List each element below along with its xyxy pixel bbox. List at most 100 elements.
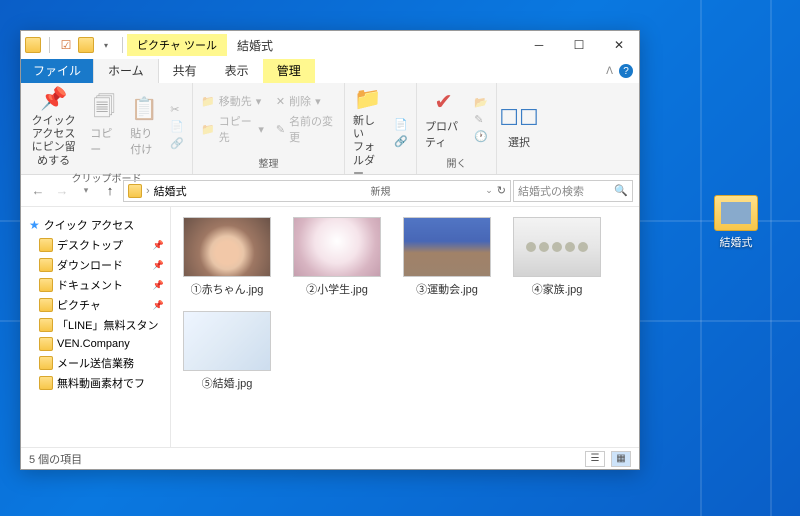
navigation-tree[interactable]: ★ クイック アクセス デスクトップ📌ダウンロード📌ドキュメント📌ピクチャ📌「L… <box>21 207 171 447</box>
group-label-organize: 整理 <box>199 153 338 172</box>
tab-home[interactable]: ホーム <box>93 59 159 83</box>
breadcrumb[interactable]: › 結婚式 ⌄ ↻ <box>123 180 511 202</box>
desktop-folder-icon[interactable]: 結婚式 <box>700 195 772 250</box>
folder-icon <box>714 195 758 231</box>
file-item[interactable]: ②小学生.jpg <box>291 217 383 297</box>
file-name: ②小学生.jpg <box>306 281 368 297</box>
pin-icon: 📌 <box>153 240 164 251</box>
paste-icon: 📋 <box>130 95 158 123</box>
pin-icon: 📌 <box>153 300 164 311</box>
tree-quick-access[interactable]: ★ クイック アクセス <box>25 215 166 235</box>
tree-item[interactable]: デスクトップ📌 <box>25 235 166 255</box>
tab-view[interactable]: 表示 <box>211 59 263 83</box>
file-item[interactable]: ①赤ちゃん.jpg <box>181 217 273 297</box>
file-thumbnail <box>513 217 601 277</box>
properties-button[interactable]: ✔ プロパティ <box>423 88 464 150</box>
file-thumbnail <box>293 217 381 277</box>
rename-button[interactable]: ✎名前の変更 <box>274 112 338 146</box>
paste-button[interactable]: 📋 貼り付け <box>128 95 160 157</box>
tree-item[interactable]: 無料動画素材でフ <box>25 373 166 393</box>
easy-access-button[interactable]: 🔗 <box>392 134 410 149</box>
maximize-button[interactable]: ☐ <box>559 31 599 59</box>
moveto-icon: 📁 <box>201 95 215 108</box>
group-label-open: 開く <box>423 153 490 172</box>
tree-item[interactable]: 「LINE」無料スタン <box>25 315 166 335</box>
delete-button[interactable]: ✕削除 ▾ <box>274 92 338 110</box>
file-name: ⑤結婚.jpg <box>202 375 253 391</box>
close-button[interactable]: ✕ <box>599 31 639 59</box>
history-icon: 🕐 <box>474 130 488 143</box>
pin-to-quick-access-button[interactable]: 📌 クイック アクセス にピン留めする <box>27 85 80 168</box>
open-icon: 📂 <box>474 96 488 109</box>
cut-icon: ✂ <box>170 103 179 116</box>
refresh-icon[interactable]: ↻ <box>497 184 506 197</box>
folder-icon <box>39 258 53 272</box>
copy-button[interactable]: 🗐 コピー <box>88 95 120 157</box>
folder-icon <box>39 278 53 292</box>
ribbon-collapse-icon[interactable]: ᐱ <box>606 66 613 77</box>
new-folder-button[interactable]: 📁 新しい フォルダー <box>351 85 384 181</box>
folder-icon <box>39 318 53 332</box>
view-details-button[interactable]: ☰ <box>585 451 605 467</box>
file-item[interactable]: ⑤結婚.jpg <box>181 311 273 391</box>
content-area: ★ クイック アクセス デスクトップ📌ダウンロード📌ドキュメント📌ピクチャ📌「L… <box>21 207 639 447</box>
folder-icon <box>39 376 53 390</box>
properties-icon: ✔ <box>430 88 458 116</box>
tab-file[interactable]: ファイル <box>21 59 93 83</box>
tab-manage[interactable]: 管理 <box>263 59 315 83</box>
file-item[interactable]: ④家族.jpg <box>511 217 603 297</box>
folder-icon <box>39 238 53 252</box>
paste-shortcut-button[interactable]: 🔗 <box>168 136 186 151</box>
cut-button[interactable]: ✂ <box>168 102 186 117</box>
new-item-button[interactable]: 📄 <box>392 117 410 132</box>
file-name: ④家族.jpg <box>532 281 583 297</box>
tree-item[interactable]: メール送信業務 <box>25 353 166 373</box>
nav-up-button[interactable]: ↑ <box>99 180 121 202</box>
file-item[interactable]: ③運動会.jpg <box>401 217 493 297</box>
status-bar: 5 個の項目 ☰ ▦ <box>21 447 639 469</box>
copy-path-button[interactable]: 📄 <box>168 119 186 134</box>
tree-item[interactable]: ピクチャ📌 <box>25 295 166 315</box>
rename-icon: ✎ <box>276 123 285 136</box>
breadcrumb-item[interactable]: 結婚式 <box>154 183 187 199</box>
pin-icon: 📌 <box>40 85 68 113</box>
move-to-button[interactable]: 📁移動先 ▾ <box>199 92 266 110</box>
file-list[interactable]: ①赤ちゃん.jpg ②小学生.jpg ③運動会.jpg ④家族.jpg ⑤結婚.jpg <box>171 207 639 447</box>
tree-item[interactable]: VEN.Company <box>25 335 166 353</box>
titlebar[interactable]: ☑ ▾ ピクチャ ツール 結婚式 ─ ☐ ✕ <box>21 31 639 59</box>
folder-icon <box>39 356 53 370</box>
tree-item[interactable]: ダウンロード📌 <box>25 255 166 275</box>
search-icon[interactable]: 🔍 <box>614 184 628 197</box>
select-button[interactable]: ☐☐ 選択 <box>503 104 535 150</box>
newfolder-icon: 📁 <box>354 85 382 113</box>
nav-back-button[interactable]: ← <box>27 180 49 202</box>
folder-icon <box>128 184 142 198</box>
minimize-button[interactable]: ─ <box>519 31 559 59</box>
explorer-window: ☑ ▾ ピクチャ ツール 結婚式 ─ ☐ ✕ ファイル ホーム 共有 表示 管理… <box>20 30 640 470</box>
group-label-select <box>503 168 539 172</box>
tree-item[interactable]: ドキュメント📌 <box>25 275 166 295</box>
folder-icon <box>39 337 53 351</box>
tab-share[interactable]: 共有 <box>159 59 211 83</box>
nav-forward-button[interactable]: → <box>51 180 73 202</box>
qat-newfolder-icon[interactable] <box>78 37 94 53</box>
view-thumbnails-button[interactable]: ▦ <box>611 451 631 467</box>
open-button[interactable]: 📂 <box>472 95 490 110</box>
qat-dropdown-icon[interactable]: ▾ <box>98 37 114 53</box>
nav-recent-dropdown[interactable]: ▾ <box>75 180 97 202</box>
app-icon <box>25 37 41 53</box>
select-icon: ☐☐ <box>505 104 533 132</box>
delete-icon: ✕ <box>276 95 285 108</box>
history-button[interactable]: 🕐 <box>472 129 490 144</box>
search-input[interactable]: 結婚式の検索 🔍 <box>513 180 633 202</box>
folder-icon <box>39 298 53 312</box>
qat-properties-icon[interactable]: ☑ <box>58 37 74 53</box>
copyto-icon: 📁 <box>201 123 215 136</box>
breadcrumb-dropdown-icon[interactable]: ⌄ <box>485 185 493 196</box>
help-icon[interactable]: ? <box>619 64 633 78</box>
copy-to-button[interactable]: 📁コピー先 ▾ <box>199 112 266 146</box>
ribbon: 📌 クイック アクセス にピン留めする 🗐 コピー 📋 貼り付け ✂ 📄 🔗 <box>21 83 639 175</box>
edit-button[interactable]: ✎ <box>472 112 490 127</box>
copypath-icon: 📄 <box>170 120 184 133</box>
shortcut-icon: 🔗 <box>170 137 184 150</box>
